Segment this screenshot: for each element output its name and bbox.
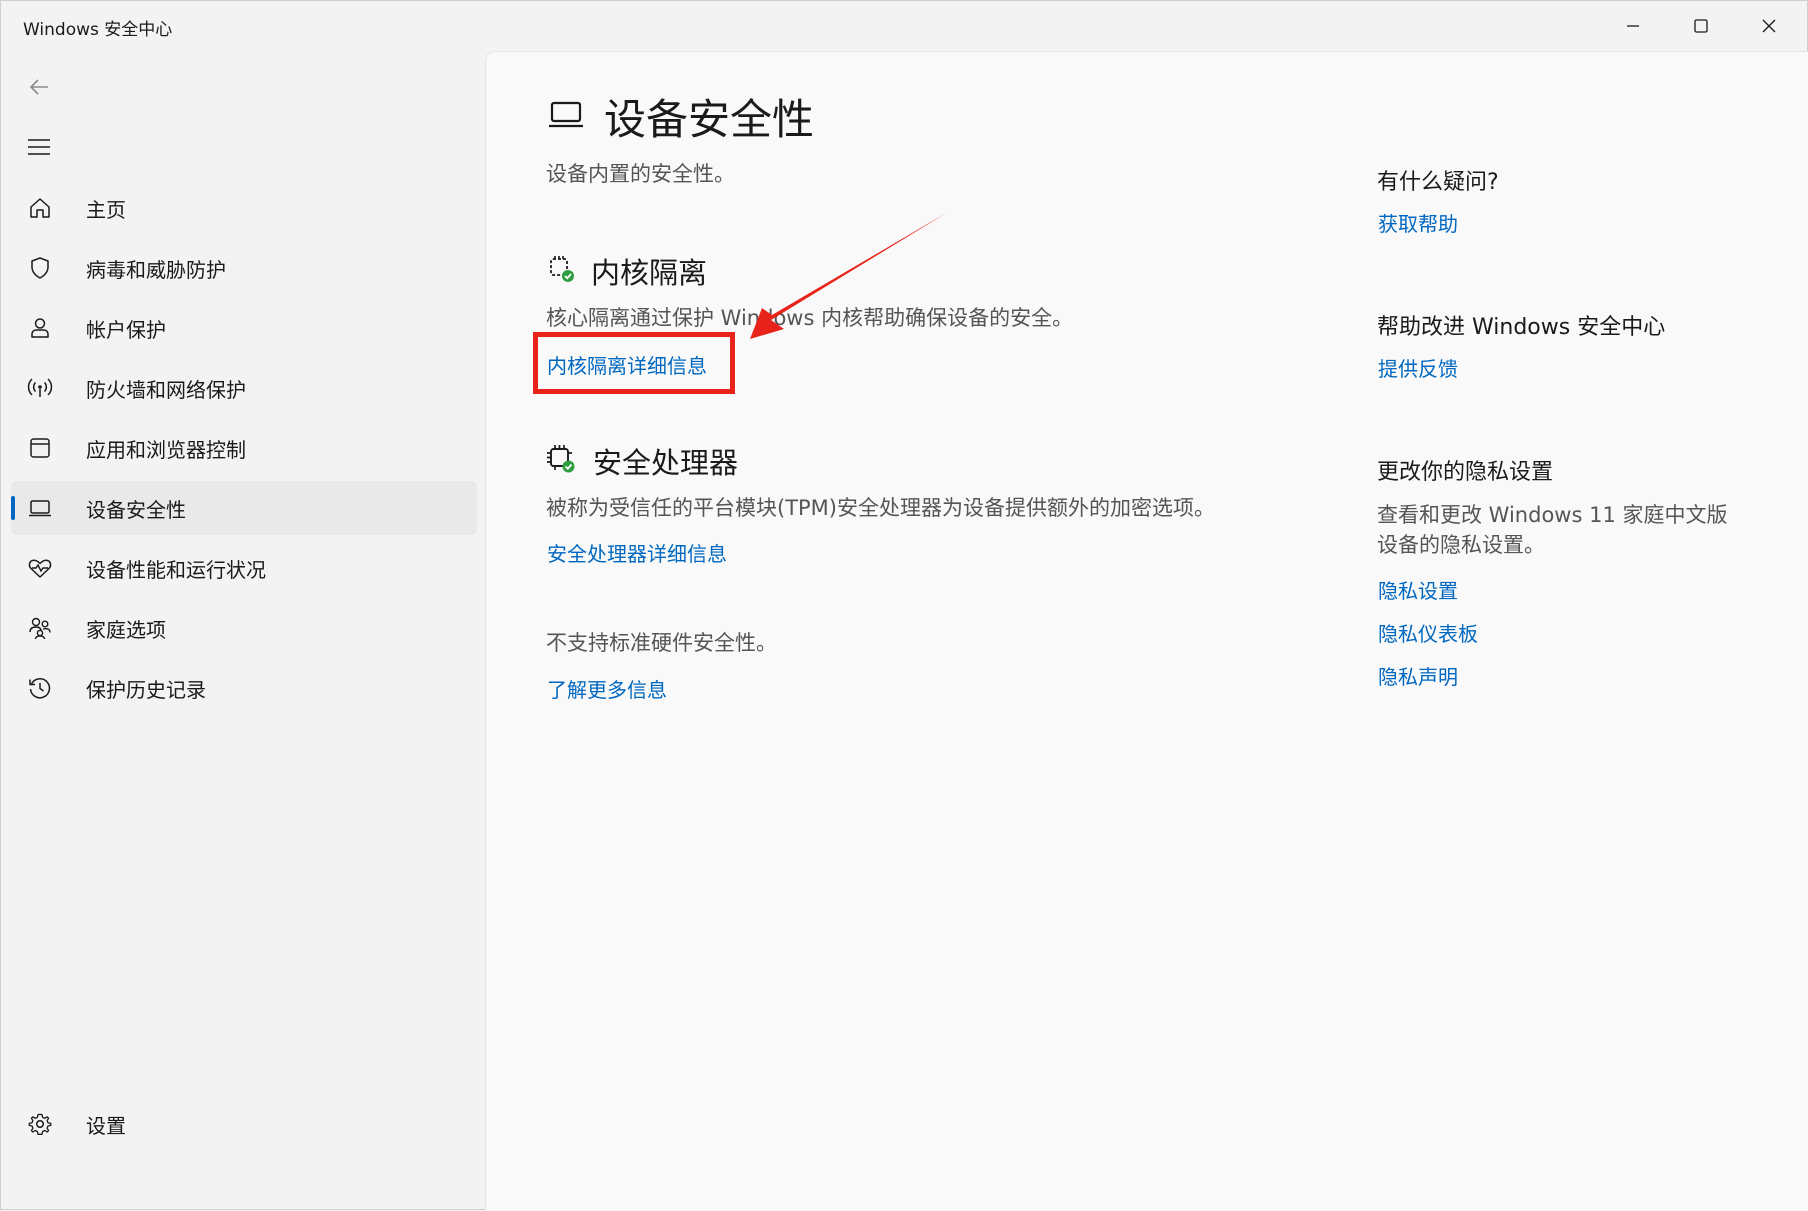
gear-icon <box>26 1110 54 1138</box>
family-icon <box>26 614 54 642</box>
back-arrow-icon <box>29 79 48 95</box>
navigation-pane: 主页 病毒和威胁防护 帐户保护 防火墙和网络保护 应用和浏览器控制 设备安全性 … <box>1 51 485 1211</box>
nav-label: 设备性能和运行状况 <box>86 557 266 582</box>
back-button[interactable] <box>25 73 53 101</box>
person-icon <box>26 314 54 342</box>
nav-label: 家庭选项 <box>86 617 166 642</box>
nav-label: 设备安全性 <box>86 497 186 522</box>
laptop-icon <box>549 101 583 128</box>
privacy-description: 查看和更改 Windows 11 家庭中文版设备的隐私设置。 <box>1377 503 1728 557</box>
nav-item-settings[interactable]: 设置 <box>11 1097 477 1151</box>
nav-label: 设置 <box>86 1113 126 1138</box>
laptop-icon <box>26 494 54 522</box>
wifi-antenna-icon <box>26 374 54 402</box>
hardware-security-status: 不支持标准硬件安全性。 <box>546 631 777 655</box>
app-window-icon <box>26 434 54 462</box>
privacy-statement-link[interactable]: 隐私声明 <box>1378 661 1458 690</box>
annotation-highlight-box <box>533 332 735 394</box>
privacy-settings-link[interactable]: 隐私设置 <box>1378 575 1458 604</box>
history-icon <box>26 674 54 702</box>
nav-item-firewall[interactable]: 防火墙和网络保护 <box>11 361 477 415</box>
core-isolation-title: 内核隔离 <box>591 256 708 290</box>
get-help-link[interactable]: 获取帮助 <box>1378 208 1458 237</box>
learn-more-link[interactable]: 了解更多信息 <box>547 674 667 703</box>
page-title: 设备安全性 <box>604 95 815 144</box>
nav-label: 防火墙和网络保护 <box>86 377 246 402</box>
nav-label: 主页 <box>86 197 126 222</box>
core-isolation-desc: 核心隔离通过保护 Windows 内核帮助确保设备的安全。 <box>546 306 1074 330</box>
nav-item-device-performance[interactable]: 设备性能和运行状况 <box>11 541 477 595</box>
nav-item-family-options[interactable]: 家庭选项 <box>11 601 477 655</box>
menu-button[interactable] <box>25 133 53 161</box>
maximize-button[interactable] <box>1667 1 1735 51</box>
nav-item-device-security[interactable]: 设备安全性 <box>11 481 477 535</box>
feedback-link[interactable]: 提供反馈 <box>1378 353 1458 382</box>
core-isolation-icon <box>550 256 574 282</box>
nav-label: 保护历史记录 <box>86 677 206 702</box>
app-title: Windows 安全中心 <box>23 20 173 40</box>
nav-label: 应用和浏览器控制 <box>86 437 246 462</box>
close-icon <box>1762 19 1776 33</box>
privacy-heading: 更改你的隐私设置 <box>1377 460 1554 485</box>
security-processor-details-link[interactable]: 安全处理器详细信息 <box>547 538 727 567</box>
nav-item-virus-protection[interactable]: 病毒和威胁防护 <box>11 241 477 295</box>
nav-label: 帐户保护 <box>86 317 166 342</box>
nav-item-app-browser-control[interactable]: 应用和浏览器控制 <box>11 421 477 475</box>
minimize-button[interactable] <box>1599 1 1667 51</box>
heart-pulse-icon <box>26 554 54 582</box>
hamburger-icon <box>28 139 50 155</box>
question-heading: 有什么疑问? <box>1377 170 1499 195</box>
maximize-icon <box>1694 19 1708 33</box>
nav-item-home[interactable]: 主页 <box>11 181 477 235</box>
minimize-icon <box>1627 25 1639 27</box>
nav-item-account-protection[interactable]: 帐户保护 <box>11 301 477 355</box>
improve-heading: 帮助改进 Windows 安全中心 <box>1377 315 1666 340</box>
title-bar: Windows 安全中心 <box>1 1 1808 51</box>
close-button[interactable] <box>1735 1 1803 51</box>
security-processor-title: 安全处理器 <box>593 446 739 480</box>
app-window: Windows 安全中心 主页 病毒和威胁防护 帐户保护 防火墙和网络保护 应用… <box>0 0 1808 1211</box>
home-icon <box>26 194 54 222</box>
main-content: 设备安全性 设备内置的安全性。 内核隔离 核心隔离通过保护 Windows 内核… <box>485 51 1808 1211</box>
shield-icon <box>26 254 54 282</box>
security-processor-icon <box>547 445 575 473</box>
security-processor-desc: 被称为受信任的平台模块(TPM)安全处理器为设备提供额外的加密选项。 <box>546 496 1215 520</box>
nav-label: 病毒和威胁防护 <box>86 257 226 282</box>
page-subtitle: 设备内置的安全性。 <box>546 162 735 186</box>
nav-item-protection-history[interactable]: 保护历史记录 <box>11 661 477 715</box>
privacy-dashboard-link[interactable]: 隐私仪表板 <box>1378 618 1478 647</box>
selection-indicator <box>11 496 15 520</box>
